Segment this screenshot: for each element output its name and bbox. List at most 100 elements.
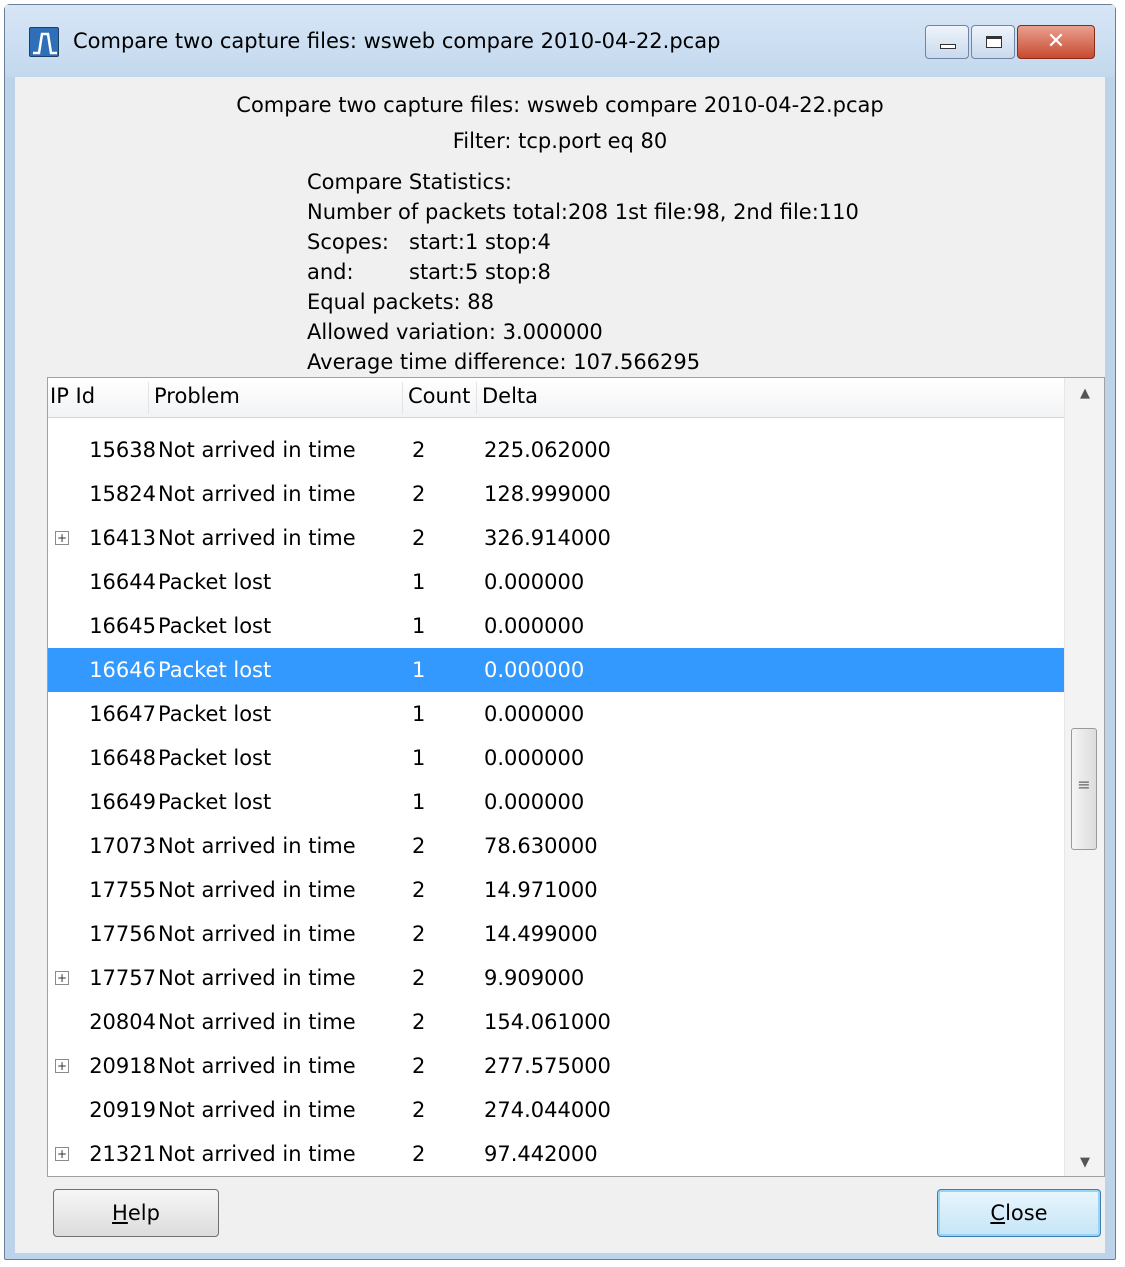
table-row[interactable]: +17757 Not arrived in time 2 9.909000	[48, 956, 1064, 1000]
dialog-client-area: Compare two capture files: wsweb compare…	[15, 77, 1105, 1253]
cell-count: 2	[412, 922, 426, 946]
help-button[interactable]: Help	[53, 1189, 219, 1237]
cell-delta: 9.909000	[484, 966, 585, 990]
close-mnemonic: C	[990, 1201, 1006, 1225]
table-row[interactable]: 16647 Packet lost 1 0.000000	[48, 692, 1064, 736]
cell-ip-id: 20918	[89, 1054, 156, 1078]
table-row[interactable]: 20919 Not arrived in time 2 274.044000	[48, 1088, 1064, 1132]
scrollbar-thumb[interactable]: ≡	[1071, 728, 1097, 850]
scroll-down-icon[interactable]: ▼	[1065, 1155, 1104, 1170]
window-title: Compare two capture files: wsweb compare…	[73, 29, 721, 53]
cell-count: 2	[412, 438, 426, 462]
cell-delta: 0.000000	[484, 570, 585, 594]
table-row[interactable]: 16644 Packet lost 1 0.000000	[48, 560, 1064, 604]
compare-statistics: Compare Statistics: Number of packets to…	[307, 167, 859, 377]
column-header: IP Id Problem Count Delta	[48, 378, 1064, 418]
table-row[interactable]: 17073 Not arrived in time 2 78.630000	[48, 824, 1064, 868]
cell-count: 2	[412, 834, 426, 858]
cell-count: 2	[412, 1142, 426, 1166]
cell-problem: Not arrived in time	[158, 482, 356, 506]
maximize-button[interactable]	[971, 25, 1015, 59]
cell-problem: Packet lost	[158, 658, 272, 682]
list-rows: 15638 Not arrived in time 2 225.062000 15824…	[48, 428, 1064, 1176]
table-row[interactable]: +21321 Not arrived in time 2 97.442000	[48, 1132, 1064, 1176]
cell-ip-id: 16644	[89, 570, 156, 594]
cell-delta: 128.999000	[484, 482, 611, 506]
cell-problem: Not arrived in time	[158, 834, 356, 858]
and-value: start:5 stop:8	[409, 260, 551, 284]
cell-problem: Not arrived in time	[158, 966, 356, 990]
cell-ip-id: 16645	[89, 614, 156, 638]
scroll-up-icon[interactable]: ▲	[1065, 386, 1104, 401]
cell-count: 2	[412, 878, 426, 902]
dialog-window: Compare two capture files: wsweb compare…	[4, 4, 1116, 1260]
scopes-label: Scopes:	[307, 230, 389, 254]
stats-and: and: start:5 stop:8	[307, 257, 859, 287]
problems-list[interactable]: IP Id Problem Count Delta 15638 Not arriv…	[47, 377, 1105, 1177]
column-count[interactable]: Count	[408, 384, 470, 408]
cell-ip-id: 16648	[89, 746, 156, 770]
title-bar[interactable]: Compare two capture files: wsweb compare…	[5, 5, 1115, 77]
table-row[interactable]: +20918 Not arrived in time 2 277.575000	[48, 1044, 1064, 1088]
help-label: elp	[127, 1201, 160, 1225]
cell-problem: Packet lost	[158, 746, 272, 770]
cell-problem: Packet lost	[158, 614, 272, 638]
close-button[interactable]: Close	[937, 1189, 1101, 1237]
column-divider[interactable]	[476, 382, 477, 414]
cell-delta: 326.914000	[484, 526, 611, 550]
dialog-heading: Compare two capture files: wsweb compare…	[236, 93, 884, 117]
table-row[interactable]: 16649 Packet lost 1 0.000000	[48, 780, 1064, 824]
plus-box-icon[interactable]: +	[55, 1059, 69, 1073]
cell-ip-id: 20919	[89, 1098, 156, 1122]
table-row[interactable]: 16648 Packet lost 1 0.000000	[48, 736, 1064, 780]
cell-delta: 14.971000	[484, 878, 598, 902]
table-row[interactable]: 15824 Not arrived in time 2 128.999000	[48, 472, 1064, 516]
cell-problem: Not arrived in time	[158, 878, 356, 902]
cell-delta: 0.000000	[484, 658, 585, 682]
table-row[interactable]: 16646 Packet lost 1 0.000000	[48, 648, 1064, 692]
cell-count: 1	[412, 658, 426, 682]
cell-count: 2	[412, 526, 426, 550]
vertical-scrollbar[interactable]: ▲ ≡ ▼	[1064, 378, 1104, 1176]
table-row[interactable]: 16645 Packet lost 1 0.000000	[48, 604, 1064, 648]
table-row[interactable]: +16413 Not arrived in time 2 326.914000	[48, 516, 1064, 560]
table-row[interactable]: 17756 Not arrived in time 2 14.499000	[48, 912, 1064, 956]
cell-problem: Not arrived in time	[158, 526, 356, 550]
cell-ip-id: 20804	[89, 1010, 156, 1034]
column-problem[interactable]: Problem	[154, 384, 240, 408]
plus-box-icon[interactable]: +	[55, 531, 69, 545]
cell-problem: Packet lost	[158, 702, 272, 726]
filter-text: Filter: tcp.port eq 80	[452, 129, 668, 153]
cell-count: 2	[412, 1098, 426, 1122]
and-label: and:	[307, 260, 354, 284]
minimize-icon	[940, 44, 956, 49]
close-label: lose	[1005, 1201, 1048, 1225]
cell-delta: 154.061000	[484, 1010, 611, 1034]
table-row[interactable]: 20804 Not arrived in time 2 154.061000	[48, 1000, 1064, 1044]
cell-count: 1	[412, 570, 426, 594]
cell-delta: 97.442000	[484, 1142, 598, 1166]
cell-delta: 78.630000	[484, 834, 598, 858]
close-window-button[interactable]: ✕	[1017, 25, 1095, 59]
cell-ip-id: 17756	[89, 922, 156, 946]
cell-problem: Not arrived in time	[158, 1142, 356, 1166]
stats-equal-packets: Equal packets: 88	[307, 290, 495, 314]
cell-ip-id: 21321	[89, 1142, 156, 1166]
column-divider[interactable]	[148, 382, 149, 414]
minimize-button[interactable]	[925, 25, 969, 59]
cell-ip-id: 16646	[89, 658, 156, 682]
table-row[interactable]: 17755 Not arrived in time 2 14.971000	[48, 868, 1064, 912]
column-delta[interactable]: Delta	[482, 384, 538, 408]
column-divider[interactable]	[402, 382, 403, 414]
table-row[interactable]: 15638 Not arrived in time 2 225.062000	[48, 428, 1064, 472]
help-mnemonic: H	[112, 1201, 128, 1225]
cell-problem: Not arrived in time	[158, 1010, 356, 1034]
column-ip-id[interactable]: IP Id	[50, 384, 95, 408]
plus-box-icon[interactable]: +	[55, 1147, 69, 1161]
cell-count: 1	[412, 790, 426, 814]
cell-ip-id: 17757	[89, 966, 156, 990]
cell-problem: Not arrived in time	[158, 1054, 356, 1078]
cell-count: 2	[412, 1010, 426, 1034]
stats-heading: Compare Statistics:	[307, 170, 513, 194]
plus-box-icon[interactable]: +	[55, 971, 69, 985]
